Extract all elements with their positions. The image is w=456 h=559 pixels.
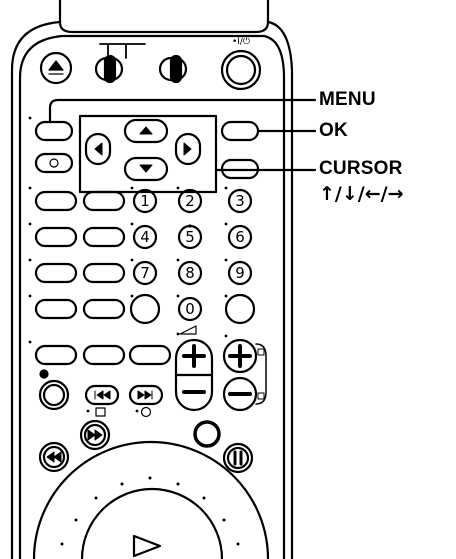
menu-button[interactable] <box>34 120 74 142</box>
cursor-arrows-label: ↑/↓/←/→ <box>319 183 404 205</box>
left-pill-row-3b[interactable] <box>82 262 126 284</box>
pause-icon <box>233 450 243 466</box>
volume-rocker[interactable] <box>174 338 214 412</box>
lower-pill-2[interactable] <box>82 344 126 366</box>
teletext-icon <box>140 406 152 418</box>
digit-7-label: 7 <box>140 264 150 282</box>
timer-button[interactable] <box>34 152 74 174</box>
channel-down-mark-icon <box>257 392 265 400</box>
next-icon <box>137 390 153 400</box>
remote-control-diagram: 1 2 3 4 5 6 7 8 9 0 •I/⏻ <box>10 0 317 559</box>
digit-6-label: 6 <box>235 228 245 246</box>
menu-callout-label: MENU <box>319 89 376 110</box>
remote-top-cap <box>58 0 270 34</box>
menu-leader-line <box>48 98 317 124</box>
digit-9-label: 9 <box>235 264 245 282</box>
ok-button[interactable] <box>220 120 260 142</box>
remote-body-outline <box>10 20 294 559</box>
input-select-button[interactable] <box>34 298 78 320</box>
lower-pill-3[interactable] <box>128 344 172 366</box>
power-label: •I/⏻ <box>232 36 250 47</box>
stop-button[interactable] <box>193 420 221 448</box>
info-button[interactable] <box>82 298 126 320</box>
record-button[interactable] <box>38 379 70 411</box>
digit-1-label: 1 <box>140 192 150 210</box>
arrow-down-icon <box>139 164 153 173</box>
digit-4-label: 4 <box>140 228 150 246</box>
digit-8-label: 8 <box>185 264 195 282</box>
rewind-icon <box>46 451 62 463</box>
eject-icon <box>48 60 64 75</box>
left-pill-row-2b[interactable] <box>82 226 126 248</box>
blank-round-right-button[interactable] <box>224 293 256 325</box>
left-pill-row-3a[interactable] <box>34 262 78 284</box>
mode-switch-right[interactable] <box>158 54 188 84</box>
volume-icon <box>179 325 197 335</box>
arrow-left-icon <box>94 142 103 156</box>
record-dot-icon <box>39 369 49 379</box>
lower-pill-1[interactable] <box>34 344 78 366</box>
left-pill-row-1a[interactable] <box>34 190 78 212</box>
ok-callout-label: OK <box>319 120 348 141</box>
play-button[interactable] <box>132 534 162 558</box>
cursor-callout-label: CURSOR <box>319 158 403 179</box>
digit-0-label: 0 <box>185 300 195 318</box>
power-button[interactable] <box>220 49 262 91</box>
arrow-up-icon <box>139 126 153 135</box>
blank-round-left-button[interactable] <box>129 293 161 325</box>
fast-forward-icon <box>87 429 103 441</box>
screen-mode-icon <box>95 407 106 417</box>
left-pill-row-2a[interactable] <box>34 226 78 248</box>
pause-button[interactable] <box>222 442 254 474</box>
left-pill-row-1b[interactable] <box>82 190 126 212</box>
channel-down-button[interactable] <box>222 376 258 412</box>
mode-switch-left[interactable] <box>94 43 146 84</box>
digit-2-label: 2 <box>185 192 195 210</box>
channel-up-button[interactable] <box>222 338 258 374</box>
digit-5-label: 5 <box>185 228 195 246</box>
digit-3-label: 3 <box>235 192 245 210</box>
arrow-right-icon <box>183 142 192 156</box>
channel-up-mark-icon <box>257 348 265 356</box>
previous-icon <box>94 390 111 400</box>
